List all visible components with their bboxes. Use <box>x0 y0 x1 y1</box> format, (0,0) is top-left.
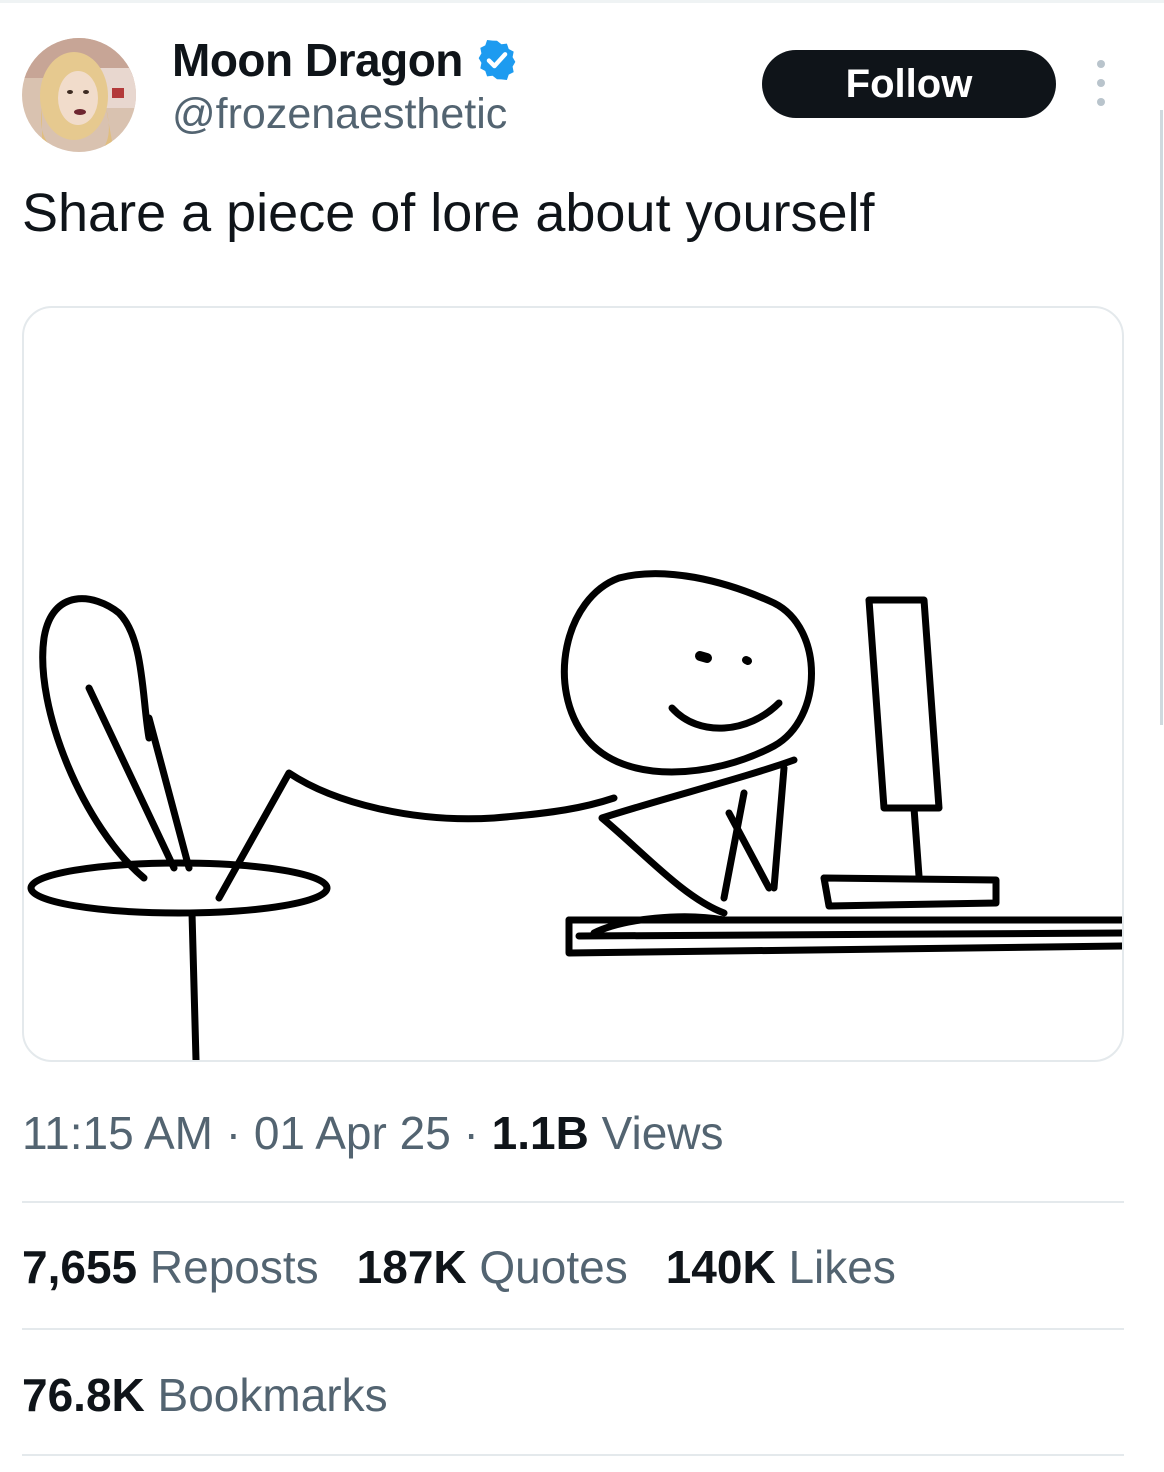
engagement-stats: 7,655 Reposts 187K Quotes 140K Likes <box>22 1240 934 1294</box>
name-row: Moon Dragon <box>172 30 519 90</box>
quotes-count: 187K <box>356 1241 467 1293</box>
avatar[interactable] <box>22 38 136 152</box>
tweet-media[interactable] <box>22 306 1124 1062</box>
more-dot <box>1097 98 1105 106</box>
tweet-meta: 11:15 AM · 01 Apr 25 · 1.1B Views <box>22 1107 724 1159</box>
verified-badge-icon <box>478 40 516 80</box>
views-label: Views <box>601 1107 724 1159</box>
avatar-image <box>22 38 136 152</box>
tweet-text: Share a piece of lore about yourself <box>22 183 875 243</box>
tweet-date[interactable]: 01 Apr 25 <box>254 1107 451 1159</box>
more-dot <box>1097 60 1105 68</box>
bookmarks-label: Bookmarks <box>157 1369 388 1421</box>
follow-button[interactable]: Follow <box>762 50 1056 118</box>
likes-label: Likes <box>788 1241 896 1293</box>
quotes-stat[interactable]: 187K Quotes <box>357 1240 628 1294</box>
reposts-stat[interactable]: 7,655 Reposts <box>22 1240 319 1294</box>
divider <box>22 1454 1124 1456</box>
more-dot <box>1097 79 1105 87</box>
display-name[interactable]: Moon Dragon <box>172 33 463 87</box>
user-handle[interactable]: @frozenaesthetic <box>172 90 507 139</box>
quotes-label: Quotes <box>479 1241 628 1293</box>
divider <box>22 1201 1124 1203</box>
scrollbar[interactable] <box>1160 110 1163 725</box>
stick-figure-drawing <box>27 570 1122 1060</box>
reposts-count: 7,655 <box>22 1241 138 1293</box>
more-dots-icon[interactable] <box>1086 60 1116 106</box>
likes-stat[interactable]: 140K Likes <box>666 1240 896 1294</box>
bookmarks-stat[interactable]: 76.8K Bookmarks <box>22 1368 388 1422</box>
bookmarks-count: 76.8K <box>22 1369 145 1421</box>
reposts-label: Reposts <box>149 1241 319 1293</box>
divider <box>22 1328 1124 1330</box>
likes-count: 140K <box>665 1241 776 1293</box>
tweet-time[interactable]: 11:15 AM <box>22 1107 213 1159</box>
views-count: 1.1B <box>491 1107 589 1159</box>
top-divider <box>0 0 1164 3</box>
